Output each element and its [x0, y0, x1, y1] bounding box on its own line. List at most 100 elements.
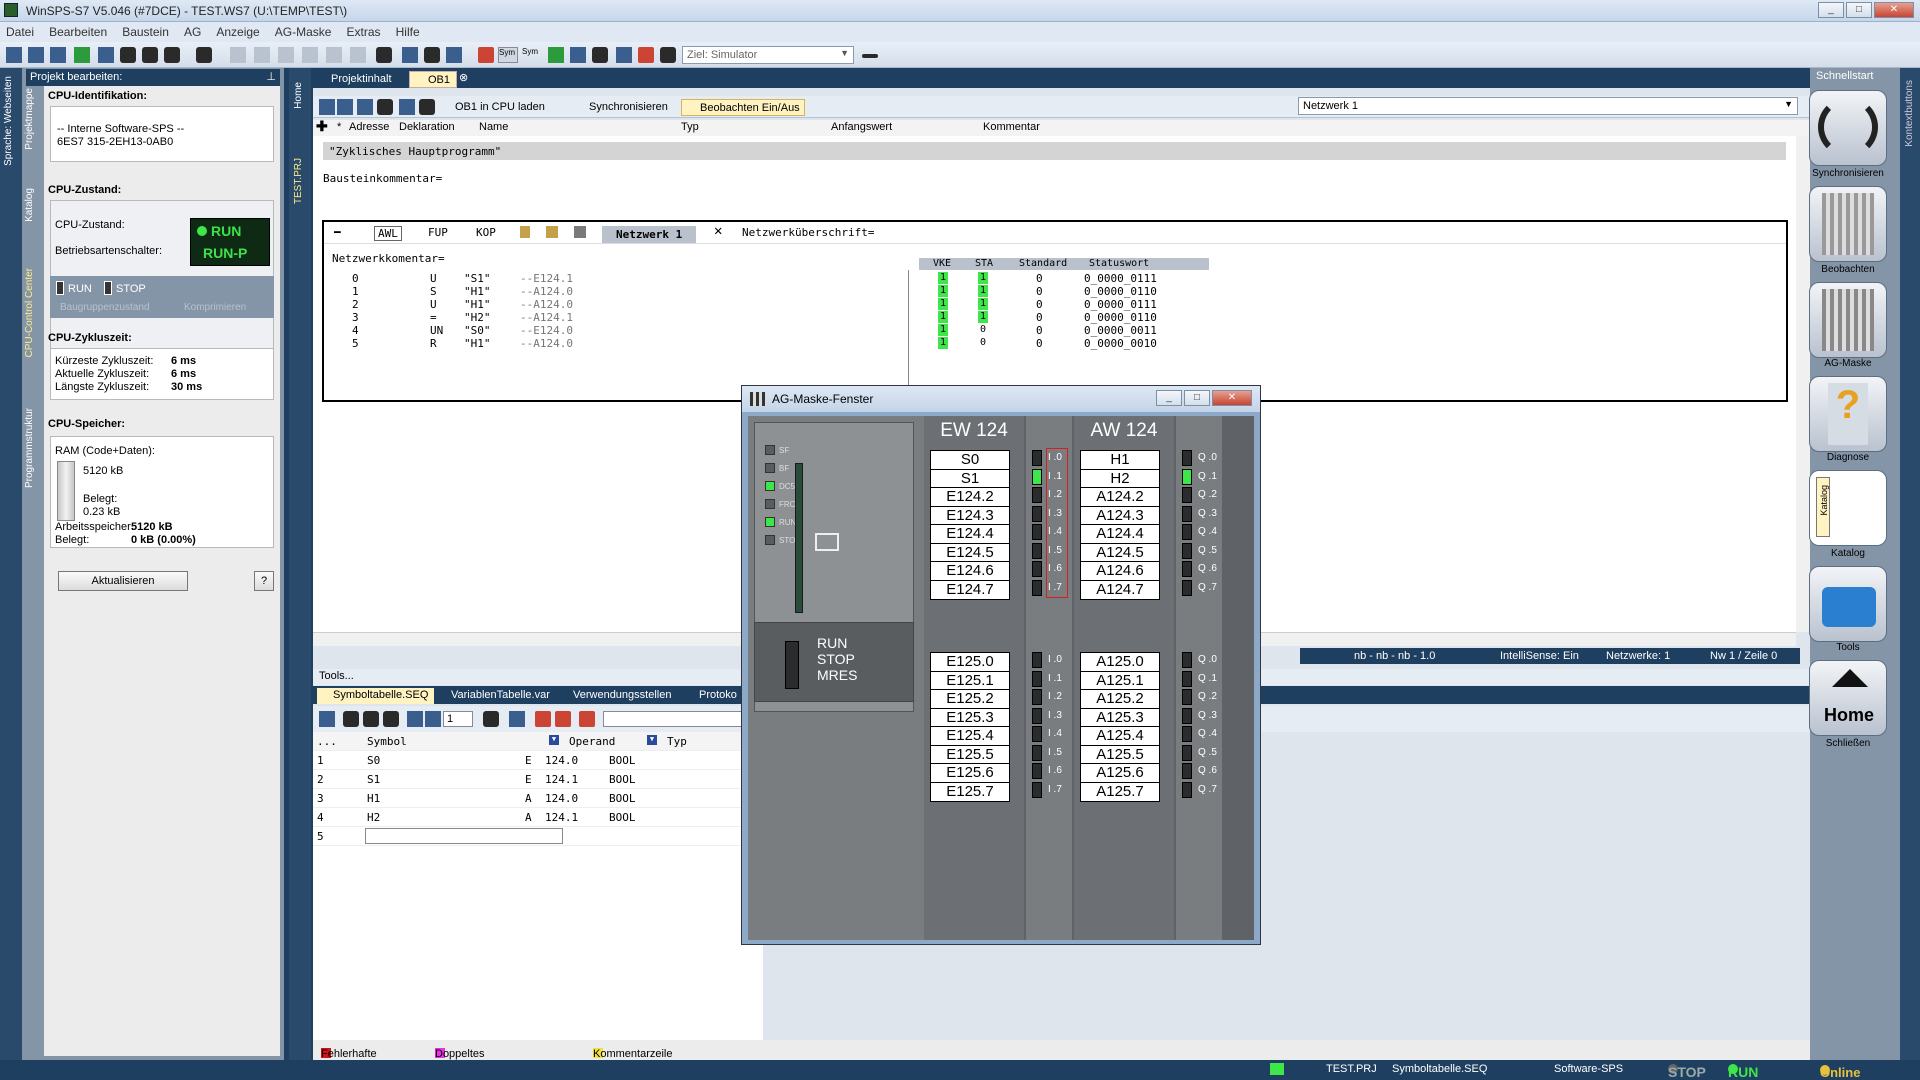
vtab-test-prj[interactable]: TEST.PRJ [293, 158, 304, 204]
fup-button[interactable]: FUP [428, 226, 448, 239]
vtab-katalog[interactable]: Katalog [24, 188, 35, 222]
row-input[interactable]: 1 [443, 711, 473, 727]
vtab-home[interactable]: Home [293, 82, 304, 109]
open-project-icon[interactable] [28, 47, 44, 63]
output-slot[interactable]: A125.0 [1080, 652, 1160, 672]
output-led-icon[interactable] [1182, 763, 1192, 779]
input-slot[interactable]: E124.3 [930, 505, 1010, 526]
kop-button[interactable]: KOP [476, 226, 496, 239]
input-led-icon[interactable] [1032, 652, 1042, 668]
add-declaration-icon[interactable]: ✚ [316, 118, 328, 135]
input-slot[interactable]: E125.7 [930, 781, 1010, 802]
output-led-icon[interactable] [1182, 468, 1192, 485]
quick-tools-button[interactable] [1809, 566, 1887, 642]
vtab-kontextbuttons[interactable]: Kontextbuttons [1904, 80, 1915, 147]
input-slot[interactable]: S1 [930, 468, 1010, 489]
col-typ[interactable]: Typ [667, 735, 687, 748]
save-icon[interactable] [98, 47, 114, 63]
output-slot[interactable]: A124.4 [1080, 524, 1160, 544]
output-slot[interactable]: A124.7 [1080, 579, 1160, 600]
output-led-icon[interactable] [1182, 505, 1192, 522]
input-led-icon[interactable] [1032, 781, 1042, 798]
input-slot[interactable]: E124.4 [930, 524, 1010, 544]
awl-button[interactable]: AWL [374, 226, 402, 241]
input-slot[interactable]: E125.4 [930, 726, 1010, 746]
input-led-icon[interactable] [1032, 468, 1042, 485]
output-led-icon[interactable] [1182, 689, 1192, 705]
quick-close-button[interactable]: Home [1809, 660, 1887, 736]
watch-toggle-button[interactable]: Beobachten Ein/Aus [681, 99, 805, 116]
quick-watch-button[interactable] [1809, 186, 1887, 262]
output-slot[interactable]: A125.7 [1080, 781, 1160, 802]
checklist-icon[interactable] [592, 47, 608, 63]
vtab-programmstruktur[interactable]: Programmstruktur [24, 408, 35, 488]
key-switch[interactable] [785, 641, 799, 689]
input-led-icon[interactable] [1032, 744, 1042, 761]
input-slot[interactable]: E125.0 [930, 652, 1010, 672]
run-mode-button[interactable]: RUN [56, 281, 92, 295]
chevron-down-icon[interactable]: ▼ [549, 735, 559, 745]
columns-icon[interactable] [446, 47, 462, 63]
col-operand[interactable]: Operand [569, 735, 615, 748]
symbol-row[interactable]: 2 S1 E 124.1 BOOL [313, 770, 763, 789]
import-icon[interactable] [535, 711, 551, 727]
refresh-icon[interactable] [548, 47, 564, 63]
symbol-row[interactable]: 4 H2 A 124.1 BOOL [313, 808, 763, 827]
input-slot[interactable]: E125.6 [930, 763, 1010, 783]
ag-minimize-button[interactable]: _ [1156, 390, 1182, 406]
input-slot[interactable]: E124.5 [930, 542, 1010, 563]
cancel-icon[interactable] [424, 47, 440, 63]
quick-diagnose-button[interactable]: ? [1809, 376, 1887, 452]
find-replace-icon[interactable] [142, 47, 158, 63]
sort-icon[interactable] [570, 47, 586, 63]
help-button[interactable]: ? [254, 571, 274, 591]
clear-icon[interactable] [579, 711, 595, 727]
copy-icon[interactable] [520, 226, 530, 238]
find-replace-icon[interactable] [383, 711, 399, 727]
new-project-icon[interactable] [6, 47, 22, 63]
vtab-cpu-control-center[interactable]: CPU-Control Center [24, 268, 35, 357]
menu-anzeige[interactable]: Anzeige [210, 22, 265, 39]
output-slot[interactable]: A125.3 [1080, 707, 1160, 728]
help-icon[interactable] [399, 99, 415, 115]
paste-icon[interactable] [546, 226, 558, 238]
print-icon[interactable] [196, 47, 212, 63]
find-icon[interactable] [120, 47, 136, 63]
input-slot[interactable]: E124.6 [930, 561, 1010, 581]
find-next-icon[interactable] [164, 47, 180, 63]
ag-maske-titlebar[interactable]: AG-Maske-Fenster _ □ ✕ [742, 386, 1260, 412]
save-icon[interactable] [319, 711, 335, 727]
output-slot[interactable]: A125.5 [1080, 744, 1160, 765]
pin-icon[interactable]: ⊥ [266, 70, 276, 83]
output-led-icon[interactable] [1182, 781, 1192, 798]
output-slot[interactable]: H1 [1080, 450, 1160, 470]
find-icon[interactable] [363, 711, 379, 727]
symbol-button[interactable]: Sym [522, 47, 542, 63]
close-button[interactable]: ✕ [1874, 2, 1914, 18]
col-symbol[interactable]: Symbol [367, 735, 407, 748]
sort-icon[interactable] [483, 711, 499, 727]
tab-symboltabelle[interactable]: Symboltabelle.SEQ [317, 688, 435, 704]
output-led-icon[interactable] [1182, 652, 1192, 668]
code-line[interactable]: 5 R "H1" --A124.0 1 0 0 0_0000_0010 [324, 335, 1786, 351]
output-led-icon[interactable] [1182, 579, 1192, 596]
output-slot[interactable]: A125.6 [1080, 763, 1160, 783]
new-symbol-input[interactable] [365, 828, 563, 844]
network-comment[interactable]: Netzwerkkomentar= [332, 252, 445, 265]
input-led-icon[interactable] [1032, 542, 1042, 559]
input-slot[interactable]: E125.1 [930, 670, 1010, 691]
find-icon[interactable] [377, 99, 393, 115]
input-slot[interactable]: E124.2 [930, 487, 1010, 507]
insert-network-icon[interactable] [574, 226, 586, 238]
refresh-button[interactable]: Aktualisieren [58, 571, 188, 591]
block-comment[interactable]: Bausteinkommentar= [323, 172, 442, 185]
save-icon[interactable] [319, 99, 335, 115]
delete-row-icon[interactable] [425, 711, 441, 727]
export-icon[interactable] [343, 711, 359, 727]
disconnect-icon[interactable] [478, 47, 494, 63]
output-slot[interactable]: A125.4 [1080, 726, 1160, 746]
network-heading[interactable]: Netzwerküberschrift= [742, 226, 874, 239]
network-select[interactable]: Netzwerk 1 ▼ [1298, 97, 1798, 115]
quick-katalog-button[interactable]: Katalog [1809, 470, 1887, 546]
output-slot[interactable]: H2 [1080, 468, 1160, 489]
